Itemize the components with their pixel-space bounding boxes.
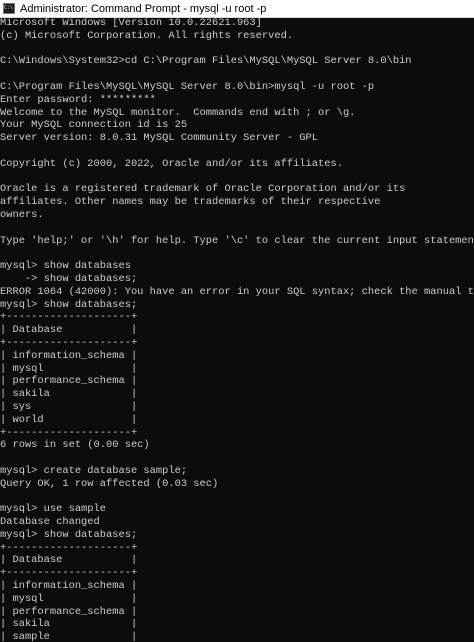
console-output[interactable]: Microsoft Windows [Version 10.0.22621.96…	[0, 17, 474, 642]
console-line: | information_schema |	[0, 349, 138, 362]
console-line: +--------------------+	[0, 311, 138, 324]
console-line: | sakila |	[0, 618, 138, 631]
console-line: | performance_schema |	[0, 605, 138, 618]
console-line: Microsoft Windows [Version 10.0.22621.96…	[0, 17, 262, 29]
command-prompt-window: Administrator: Command Prompt - mysql -u…	[0, 0, 474, 642]
console-line: Query OK, 1 row affected (0.03 sec)	[0, 477, 219, 490]
console-line: mysql> show databases	[0, 260, 131, 273]
console-line: | mysql |	[0, 362, 138, 375]
console-line: ERROR 1064 (42000): You have an error in…	[0, 285, 474, 298]
console-line: 6 rows in set (0.00 sec)	[0, 439, 150, 452]
console-line: Server version: 8.0.31 MySQL Community S…	[0, 132, 319, 145]
console-line: +--------------------+	[0, 336, 138, 349]
title-bar[interactable]: Administrator: Command Prompt - mysql -u…	[0, 0, 474, 18]
window-title: Administrator: Command Prompt - mysql -u…	[20, 2, 267, 15]
command-prompt-icon	[3, 3, 15, 14]
console-line: | performance_schema |	[0, 375, 138, 388]
console-line: | sys |	[0, 400, 138, 413]
console-line: Enter password: *********	[0, 93, 156, 106]
console-line: (c) Microsoft Corporation. All rights re…	[0, 29, 294, 42]
console-line: Type 'help;' or '\h' for help. Type '\c'…	[0, 234, 474, 247]
console-line: mysql> create database sample;	[0, 464, 188, 477]
console-line: | sakila |	[0, 388, 138, 401]
console-line: | sample |	[0, 631, 138, 642]
console-line: | Database |	[0, 554, 138, 567]
console-line: affiliates. Other names may be trademark…	[0, 196, 381, 209]
console-line: Database changed	[0, 516, 100, 529]
console-line: Your MySQL connection id is 25	[0, 119, 188, 132]
console-line: mysql> use sample	[0, 503, 107, 516]
console-line: | world |	[0, 413, 138, 426]
console-line: mysql> show databases;	[0, 298, 138, 311]
console-line: Oracle is a registered trademark of Orac…	[0, 183, 406, 196]
console-line: +--------------------+	[0, 567, 138, 580]
console-line: owners.	[0, 208, 44, 221]
console-line: | Database |	[0, 324, 138, 337]
console-line: C:\Program Files\MySQL\MySQL Server 8.0\…	[0, 80, 375, 93]
console-line: mysql> show databases;	[0, 528, 138, 541]
console-line: Welcome to the MySQL monitor. Commands e…	[0, 106, 356, 119]
console-line: +--------------------+	[0, 426, 138, 439]
console-line: | mysql |	[0, 592, 138, 605]
console-line: Copyright (c) 2000, 2022, Oracle and/or …	[0, 157, 343, 170]
console-line: | information_schema |	[0, 580, 138, 593]
console-line: -> show databases;	[0, 272, 138, 285]
console-line: C:\Windows\System32>cd C:\Program Files\…	[0, 55, 412, 68]
console-line: +--------------------+	[0, 541, 138, 554]
